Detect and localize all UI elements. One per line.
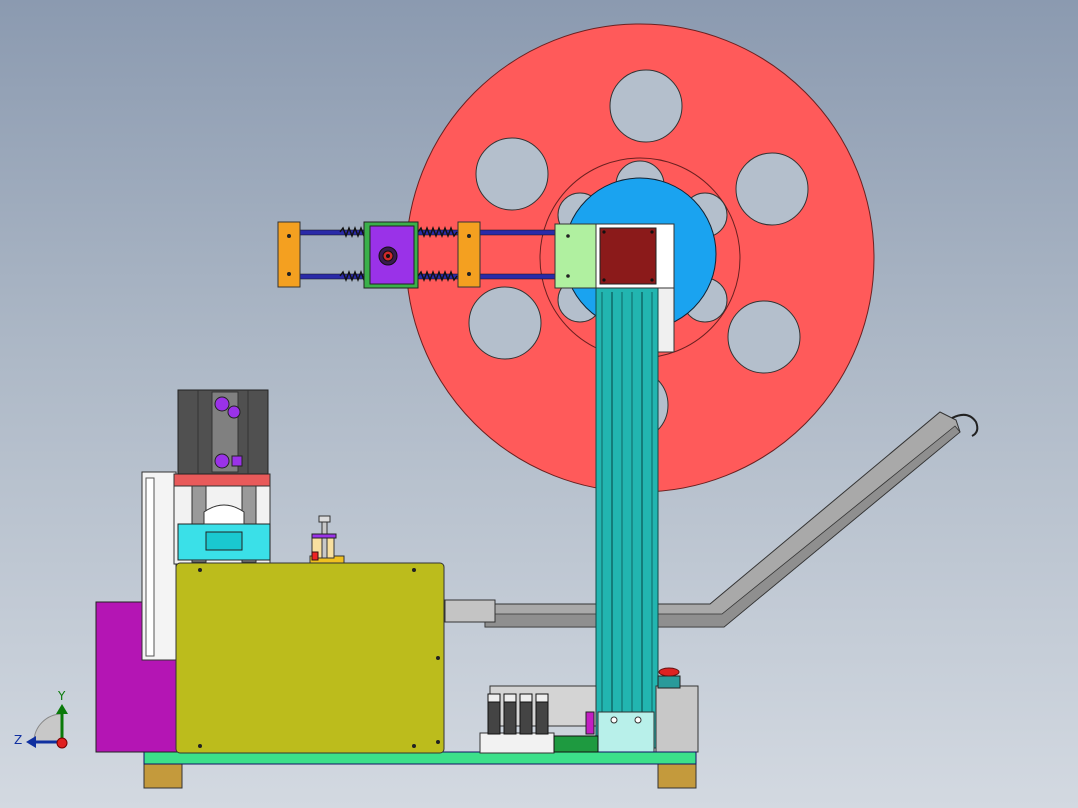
bolt [467,234,471,238]
air-fitting-icon[interactable] [227,405,241,419]
valve-bank[interactable] [479,685,599,754]
valve-cap [487,693,501,703]
bolt [650,230,654,234]
terminal-strip [553,735,599,753]
reel-hole [727,300,801,374]
bolt [467,272,471,276]
bolt [566,234,570,238]
screw [198,744,202,748]
reel-hole [609,69,683,143]
emergency-stop-button[interactable] [658,667,680,677]
cad-scene[interactable]: Y Z [0,0,1078,808]
triad-arc [33,713,63,743]
emergency-stop-base [657,675,681,689]
reel-hole [735,152,809,226]
y-axis-label: Y [57,689,66,703]
air-fitting-icon[interactable] [214,396,230,412]
base-plate[interactable] [143,751,697,765]
screw [412,568,416,572]
bolt [610,716,618,724]
bolt [634,716,642,724]
valve-cap [519,693,533,703]
bolt [287,234,291,238]
end-bracket-mid[interactable] [457,221,481,288]
sensor-post[interactable] [309,515,345,565]
z-axis-label: Z [14,733,22,747]
coordinate-triad: Y Z [14,689,68,749]
valve-cap [503,693,517,703]
column-profile[interactable] [595,287,659,749]
screw [436,656,440,660]
pulley-pin [386,254,390,258]
column-back-panel [655,287,675,353]
bolt [650,278,654,282]
machine-base [143,751,697,789]
valve-manifold [479,732,555,754]
sensor-arm [311,533,337,539]
bolt [602,230,606,234]
reel-hole [468,286,542,360]
sensor-rod [321,519,328,559]
column-foot-bracket[interactable] [597,711,655,753]
end-bracket-left[interactable] [277,221,301,288]
control-box[interactable] [655,667,699,753]
valve-cap [535,693,549,703]
z-axis-arrow-icon [26,736,36,748]
bolt [287,272,291,276]
y-axis-arrow-icon [56,704,68,714]
screw [198,568,202,572]
sensor-tag [585,711,595,735]
main-housing[interactable] [175,562,445,754]
bolt [566,274,570,278]
press-guard-slot [145,477,155,657]
screw [436,740,440,744]
press-plate-red [173,473,271,487]
control-box-body[interactable] [655,685,699,753]
chute-entry [444,599,496,623]
die-shade [205,531,243,551]
tensioner-clamp[interactable] [554,223,597,289]
air-fitting-icon[interactable] [231,455,243,467]
housing-body[interactable] [175,562,445,754]
bolt [602,278,606,282]
screw [412,744,416,748]
sensor-cap [318,515,331,523]
cad-viewport[interactable]: Y Z [0,0,1078,808]
motor-face[interactable] [599,227,657,285]
x-axis-dot [56,737,68,749]
sensor-led [311,551,319,561]
reel-hole [475,137,549,211]
air-fitting-icon[interactable] [214,453,230,469]
